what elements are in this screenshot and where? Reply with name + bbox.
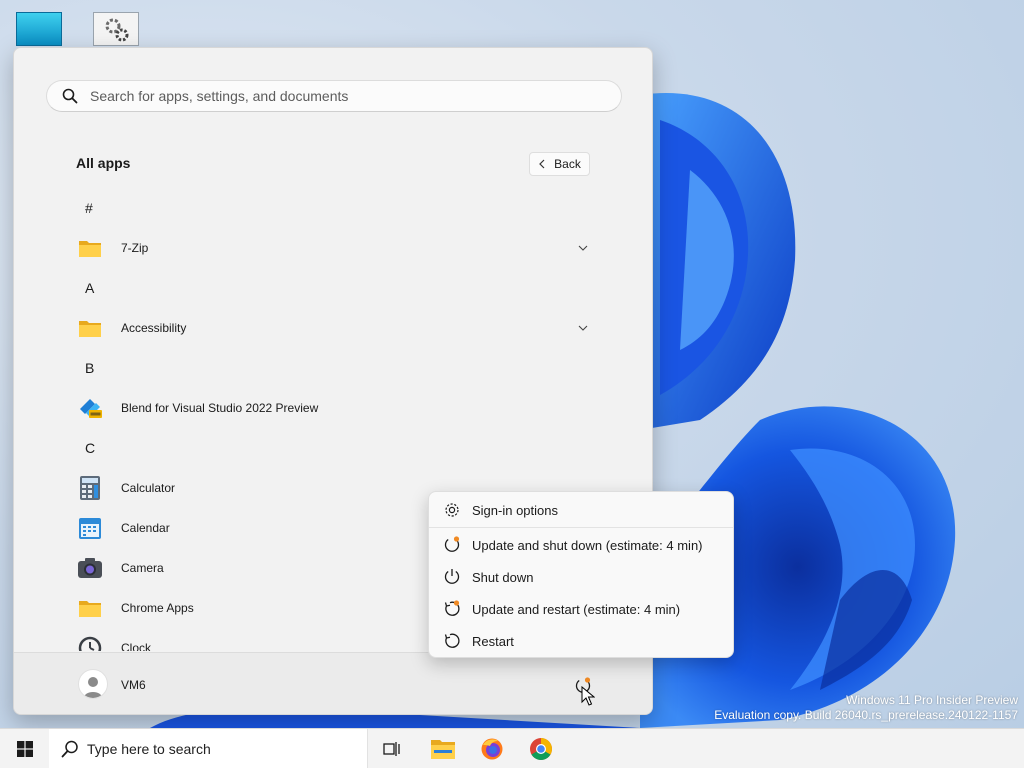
section-header-b[interactable]: B xyxy=(14,348,652,388)
folder-icon xyxy=(77,315,103,341)
app-name: Calculator xyxy=(121,481,176,495)
watermark-line2: Evaluation copy. Build 26040.rs_prerelea… xyxy=(714,708,1018,722)
menu-item-update-and-shut-down[interactable]: Update and shut down (estimate: 4 min) xyxy=(433,530,731,560)
gear-icon xyxy=(445,503,459,517)
mouse-cursor-icon xyxy=(581,686,595,706)
start-search-input[interactable] xyxy=(90,88,590,104)
folder-icon xyxy=(77,595,103,621)
firefox-button[interactable] xyxy=(476,733,508,765)
username[interactable]: VM6 xyxy=(121,678,146,692)
avatar[interactable] xyxy=(78,669,108,699)
menu-item-label: Sign-in options xyxy=(472,502,558,518)
build-watermark: Windows 11 Pro Insider Preview Evaluatio… xyxy=(714,693,1018,723)
section-header-hash[interactable]: # xyxy=(14,188,652,228)
menu-item-label: Update and shut down (estimate: 4 min) xyxy=(472,537,703,553)
calendar-icon xyxy=(77,515,103,541)
power-icon xyxy=(444,569,460,584)
all-apps-title: All apps xyxy=(76,155,131,171)
chevron-down-icon[interactable] xyxy=(578,324,588,332)
power-menu: Sign-in options Update and shut down (es… xyxy=(428,491,734,658)
app-name: Clock xyxy=(121,641,152,651)
app-item-blend[interactable]: Blend for Visual Studio 2022 Preview xyxy=(14,388,652,428)
task-view-icon xyxy=(383,742,400,756)
folder-icon xyxy=(77,235,103,261)
menu-item-label: Restart xyxy=(472,633,514,649)
desktop-monitor-icon[interactable] xyxy=(16,12,62,46)
power-update-icon xyxy=(444,536,460,552)
section-letter: A xyxy=(85,280,95,296)
windows-logo-icon xyxy=(16,741,33,757)
menu-item-update-and-restart[interactable]: Update and restart (estimate: 4 min) xyxy=(433,594,731,624)
restart-update-icon xyxy=(444,600,460,616)
camera-icon xyxy=(77,555,103,581)
app-name: Calendar xyxy=(121,521,170,535)
chrome-icon xyxy=(530,738,552,760)
user-icon xyxy=(84,677,102,698)
app-name: Accessibility xyxy=(121,321,187,335)
back-button[interactable]: Back xyxy=(529,152,590,176)
start-footer: VM6 xyxy=(14,652,652,714)
app-name: Blend for Visual Studio 2022 Preview xyxy=(121,401,319,415)
menu-item-label: Shut down xyxy=(472,569,534,585)
task-view-button[interactable] xyxy=(376,733,408,765)
clock-icon xyxy=(77,635,103,651)
calculator-icon xyxy=(77,475,103,501)
menu-item-shut-down[interactable]: Shut down xyxy=(433,562,731,592)
app-item-accessibility[interactable]: Accessibility xyxy=(14,308,652,348)
app-name: Chrome Apps xyxy=(121,601,194,615)
section-letter: B xyxy=(85,360,95,376)
desktop-settings-icon[interactable] xyxy=(93,12,139,46)
app-name: 7-Zip xyxy=(121,241,149,255)
blend-icon xyxy=(77,395,103,421)
restart-icon xyxy=(444,633,460,648)
section-letter: # xyxy=(85,200,93,216)
back-label: Back xyxy=(554,157,581,171)
app-name: Camera xyxy=(121,561,164,575)
menu-divider xyxy=(429,527,733,528)
start-button[interactable] xyxy=(0,729,49,768)
chevron-left-icon xyxy=(539,159,545,169)
taskbar-search-box[interactable] xyxy=(49,729,368,768)
menu-item-label: Update and restart (estimate: 4 min) xyxy=(472,601,681,617)
chevron-down-icon[interactable] xyxy=(578,244,588,252)
search-icon xyxy=(61,740,78,758)
menu-item-sign-in-options[interactable]: Sign-in options xyxy=(433,495,731,525)
menu-item-restart[interactable]: Restart xyxy=(433,626,731,656)
chrome-button[interactable] xyxy=(525,733,557,765)
section-letter: C xyxy=(85,440,96,456)
app-item-7zip[interactable]: 7-Zip xyxy=(14,228,652,268)
section-header-c[interactable]: C xyxy=(14,428,652,468)
taskbar-search-input[interactable] xyxy=(87,741,347,757)
search-icon xyxy=(62,88,78,104)
start-search-box[interactable] xyxy=(46,80,622,112)
watermark-line1: Windows 11 Pro Insider Preview xyxy=(846,693,1018,707)
firefox-icon xyxy=(481,738,503,760)
file-explorer-button[interactable] xyxy=(427,733,459,765)
file-explorer-icon xyxy=(431,740,455,759)
section-header-a[interactable]: A xyxy=(14,268,652,308)
taskbar xyxy=(0,728,1024,768)
